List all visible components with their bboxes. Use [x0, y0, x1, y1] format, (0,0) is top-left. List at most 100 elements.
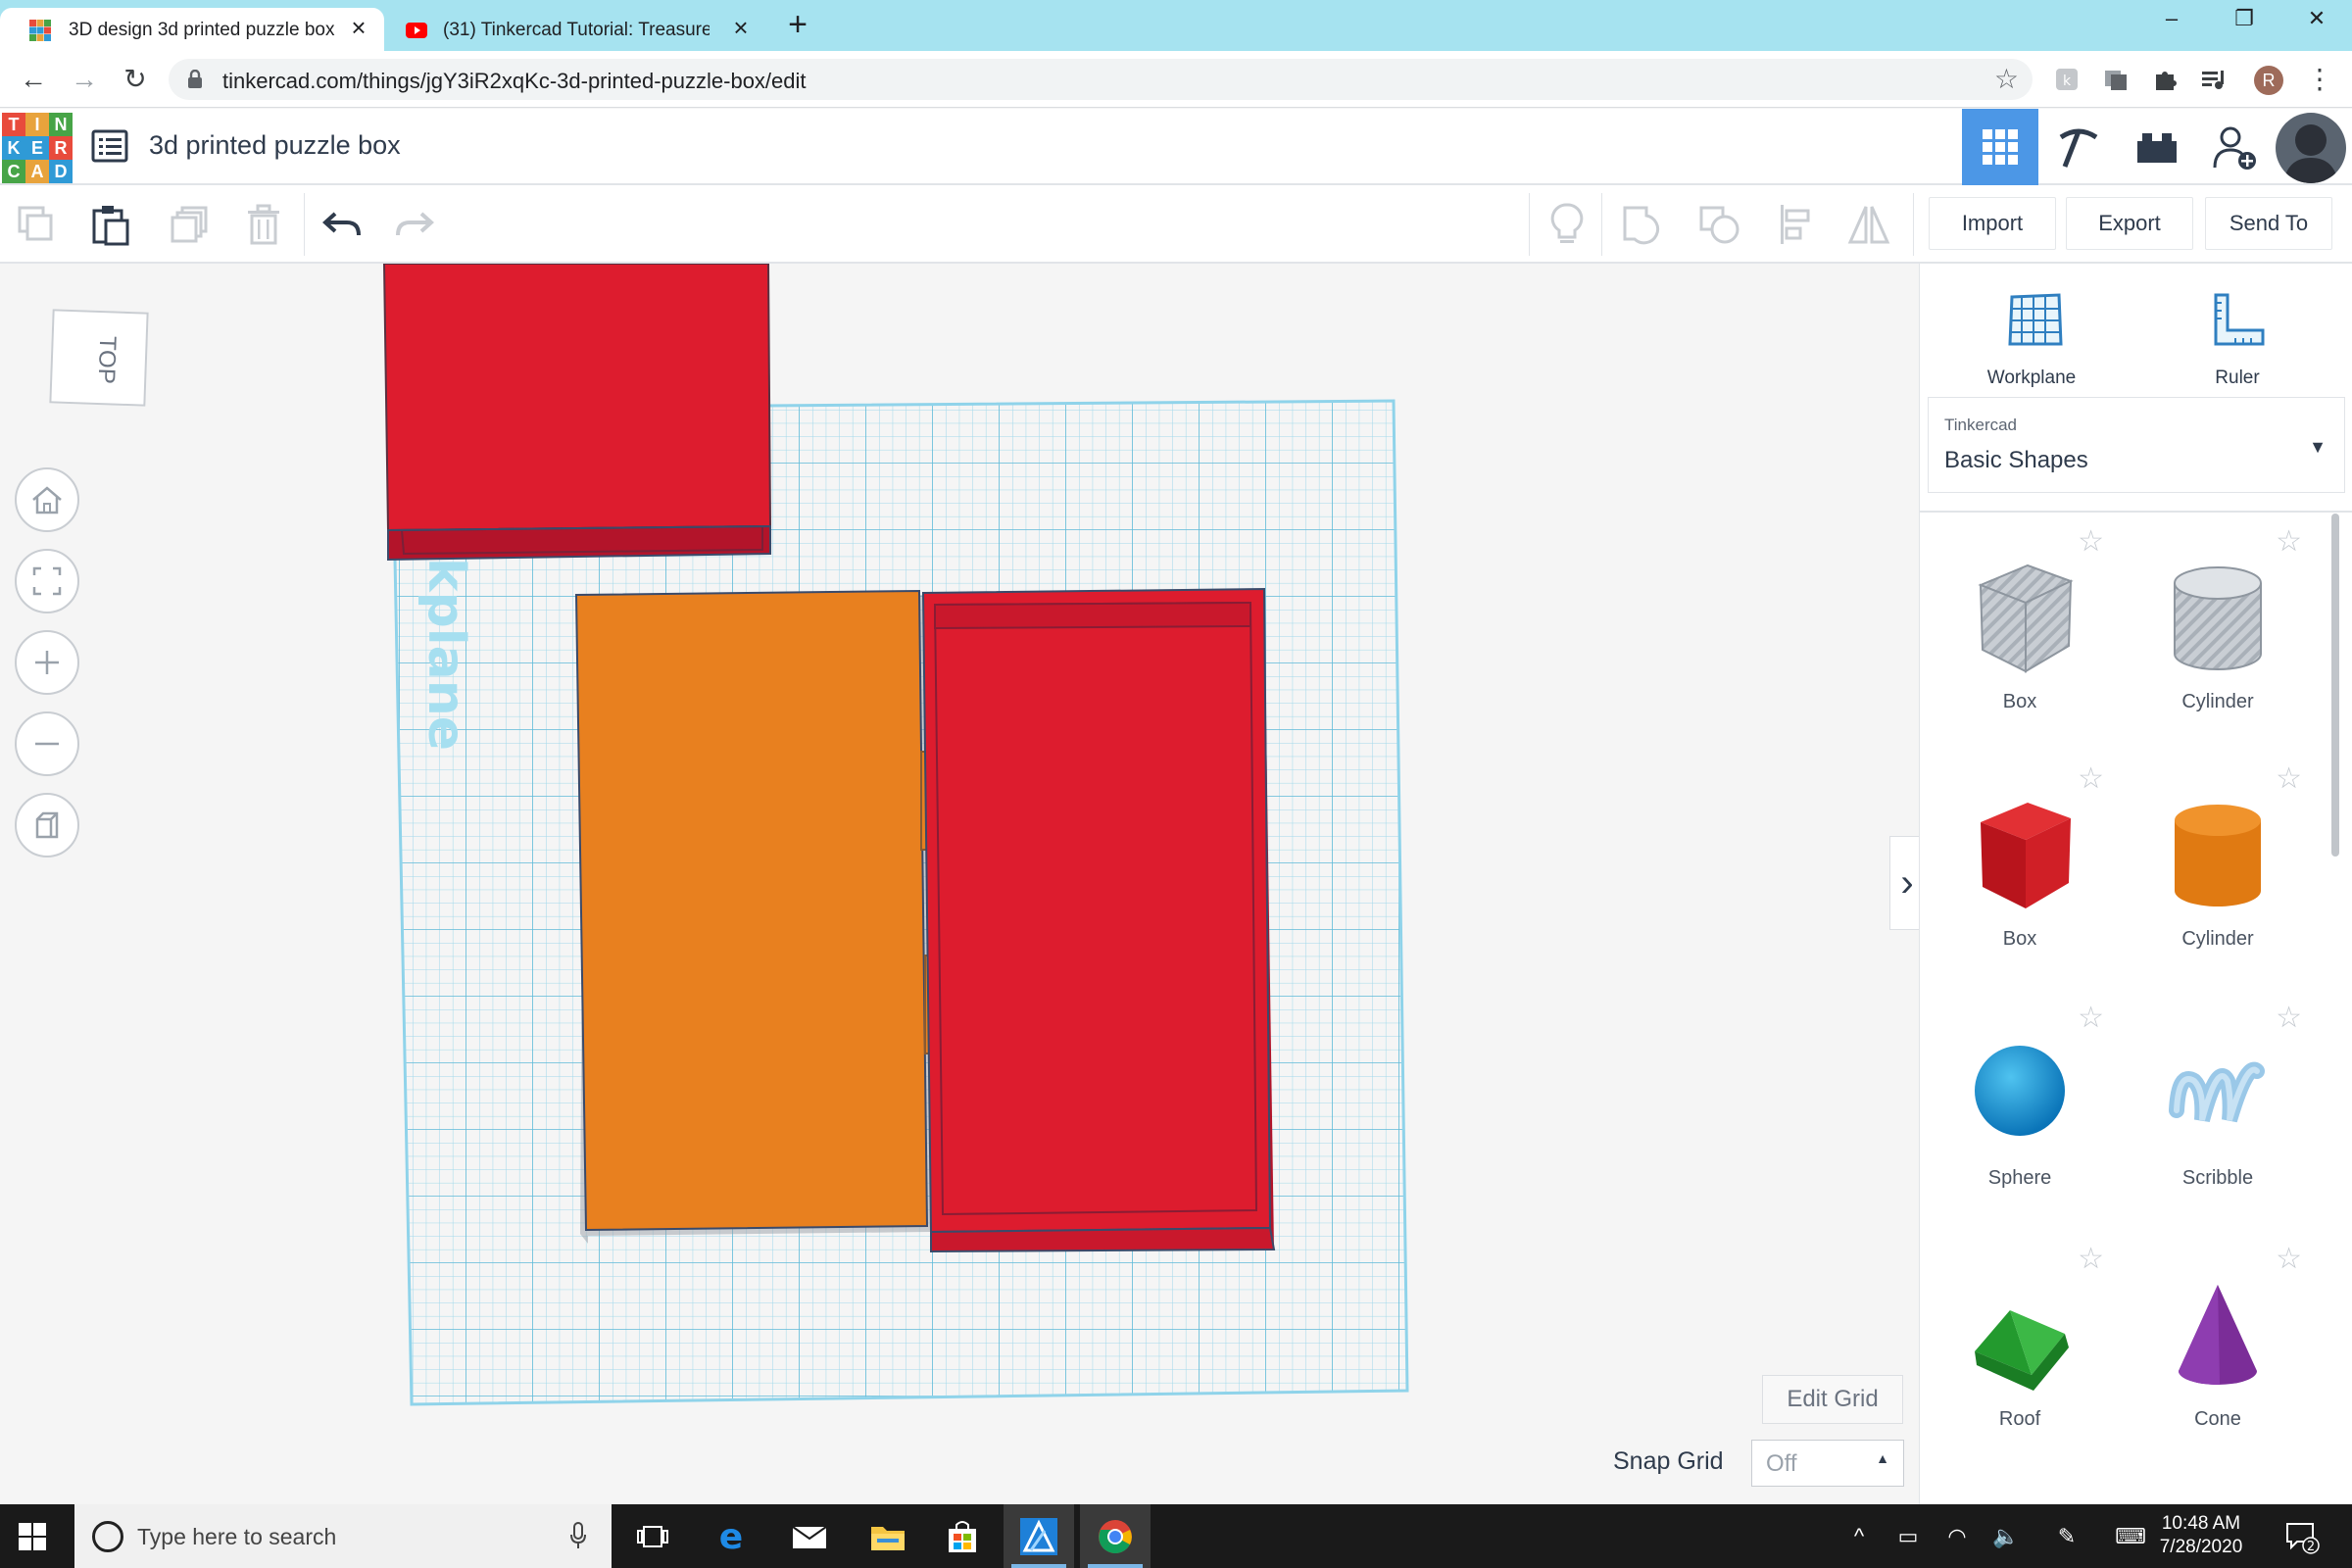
address-bar[interactable]: tinkercad.com/things/jgY3iR2xqKc-3d-prin…	[169, 59, 2033, 100]
duplicate-button[interactable]	[163, 199, 216, 250]
pen-icon[interactable]: ✎	[2050, 1520, 2083, 1553]
browser-menu-icon[interactable]: ⋮	[2305, 63, 2334, 96]
system-clock[interactable]: 10:48 AM 7/28/2020	[2152, 1512, 2250, 1559]
orange-box-shape[interactable]	[574, 589, 931, 1244]
workplane-scene[interactable]: kplane	[0, 264, 1919, 1504]
extension-icon[interactable]: k	[2052, 65, 2082, 94]
shape-name: Roof	[1998, 1408, 2041, 1430]
shape-library-select[interactable]: Tinkercad Basic Shapes ▼	[1928, 397, 2345, 493]
task-view-button[interactable]	[617, 1504, 688, 1568]
windows-start-icon[interactable]	[18, 1522, 47, 1551]
edit-grid-button[interactable]: Edit Grid	[1762, 1375, 1903, 1424]
favorite-star-icon[interactable]: ☆	[2276, 1001, 2302, 1035]
mirror-button[interactable]	[1842, 199, 1895, 250]
new-tab-button[interactable]: +	[780, 8, 815, 43]
media-queue-icon[interactable]	[2199, 65, 2229, 94]
snap-grid-select[interactable]: Off ▲	[1751, 1440, 1904, 1487]
shape-cylinder-hole[interactable]: ☆ Cylinder	[2120, 516, 2316, 752]
favorite-star-icon[interactable]: ☆	[2276, 524, 2302, 559]
shape-box[interactable]: ☆ Box	[1922, 754, 2118, 989]
favorite-star-icon[interactable]: ☆	[2078, 1001, 2104, 1035]
favorite-star-icon[interactable]: ☆	[2078, 524, 2104, 559]
extensions-puzzle-icon[interactable]	[2150, 65, 2180, 94]
export-button[interactable]: Export	[2066, 197, 2193, 250]
panel-scrollbar[interactable]	[2331, 514, 2339, 857]
fit-view-button[interactable]	[15, 549, 79, 613]
shape-sphere[interactable]: ☆ Sphere	[1922, 993, 2118, 1228]
bookmark-star-icon[interactable]: ☆	[1994, 63, 2019, 95]
shape-roof[interactable]: ☆ Roof	[1922, 1234, 2118, 1469]
profile-avatar[interactable]: R	[2254, 66, 2283, 95]
logo-letter: N	[49, 113, 73, 136]
taskbar-mail[interactable]	[774, 1504, 845, 1568]
shape-box-hole[interactable]: ☆ Box	[1922, 516, 2118, 752]
show-all-button[interactable]	[1541, 199, 1593, 250]
taskbar-chrome[interactable]	[1080, 1504, 1151, 1568]
restore-window-button[interactable]: ❐	[2225, 6, 2264, 37]
notification-center-icon[interactable]: 2	[2283, 1518, 2321, 1555]
align-button[interactable]	[1770, 199, 1823, 250]
ungroup-button[interactable]	[1693, 199, 1746, 250]
design-title[interactable]: 3d printed puzzle box	[149, 130, 401, 161]
3d-design-view-button[interactable]	[1962, 109, 2038, 185]
extension-icon[interactable]	[2101, 65, 2131, 94]
snap-grid-label: Snap Grid	[1613, 1447, 1724, 1475]
delete-button[interactable]	[237, 199, 290, 250]
collapse-panel-button[interactable]: ›	[1889, 836, 1919, 930]
shape-scribble[interactable]: ☆ Scribble	[2120, 993, 2316, 1228]
volume-muted-icon[interactable]: 🔈	[1989, 1520, 2023, 1553]
shape-cylinder[interactable]: ☆ Cylinder	[2120, 754, 2316, 989]
forward-button[interactable]: →	[67, 62, 102, 97]
shape-cone[interactable]: ☆ Cone	[2120, 1234, 2316, 1469]
minimize-window-button[interactable]: –	[2152, 6, 2191, 37]
logo-letter: D	[49, 160, 73, 183]
close-window-button[interactable]: ✕	[2297, 6, 2336, 37]
codeblocks-view-button[interactable]	[2040, 109, 2117, 185]
home-view-button[interactable]	[15, 467, 79, 532]
favorite-star-icon[interactable]: ☆	[2276, 1242, 2302, 1276]
keyboard-icon[interactable]: ⌨	[2111, 1520, 2150, 1553]
favorite-star-icon[interactable]: ☆	[2276, 761, 2302, 796]
tab-tinkercad-design[interactable]: 3D design 3d printed puzzle box ×	[0, 8, 384, 51]
copy-button[interactable]	[10, 199, 63, 250]
back-button[interactable]: ←	[16, 62, 51, 97]
invite-user-button[interactable]	[2197, 109, 2274, 185]
reload-button[interactable]: ↻	[118, 62, 153, 97]
send-to-button[interactable]: Send To	[2205, 197, 2332, 250]
taskbar-store[interactable]	[927, 1504, 998, 1568]
workplane-tool-button[interactable]: Workplane	[1963, 281, 2100, 388]
red-lid-shape[interactable]	[382, 264, 772, 562]
taskbar-search-box[interactable]: Type here to search	[74, 1504, 612, 1568]
clock-date: 7/28/2020	[2159, 1537, 2243, 1557]
tinkercad-logo[interactable]: T I N K E R C A D	[2, 113, 73, 183]
view-cube[interactable]: TOP	[49, 309, 149, 407]
taskbar-file-explorer[interactable]	[853, 1504, 923, 1568]
search-placeholder: Type here to search	[137, 1524, 337, 1549]
design-canvas[interactable]: kplane TOP › Edit Grid Snap Grid Off ▲	[0, 264, 1919, 1504]
import-button[interactable]: Import	[1929, 197, 2056, 250]
battery-icon[interactable]: ▭	[1891, 1520, 1925, 1553]
undo-button[interactable]	[316, 199, 368, 250]
microphone-icon[interactable]	[570, 1522, 586, 1549]
red-box-shape[interactable]	[921, 587, 1276, 1253]
taskbar-affinity[interactable]	[1004, 1504, 1074, 1568]
favorite-star-icon[interactable]: ☆	[2078, 1242, 2104, 1276]
design-menu-icon[interactable]	[90, 128, 129, 164]
close-tab-icon[interactable]: ×	[729, 15, 753, 40]
taskbar-edge[interactable]: e	[696, 1504, 766, 1568]
close-tab-icon[interactable]: ×	[347, 15, 370, 40]
user-avatar[interactable]	[2276, 113, 2346, 183]
redo-button[interactable]	[388, 199, 441, 250]
zoom-out-button[interactable]	[15, 711, 79, 776]
projection-toggle-button[interactable]	[15, 793, 79, 858]
wifi-icon[interactable]: ◠	[1940, 1520, 1974, 1553]
ruler-tool-button[interactable]: Ruler	[2169, 281, 2306, 388]
folder-icon	[871, 1526, 905, 1550]
show-hidden-icons[interactable]: ^	[1842, 1520, 1876, 1553]
paste-button[interactable]	[84, 199, 137, 250]
zoom-in-button[interactable]	[15, 630, 79, 695]
tab-youtube-tutorial[interactable]: (31) Tinkercad Tutorial: Treasure ×	[384, 8, 766, 51]
favorite-star-icon[interactable]: ☆	[2078, 761, 2104, 796]
group-button[interactable]	[1617, 199, 1670, 250]
bricks-view-button[interactable]	[2119, 109, 2195, 185]
